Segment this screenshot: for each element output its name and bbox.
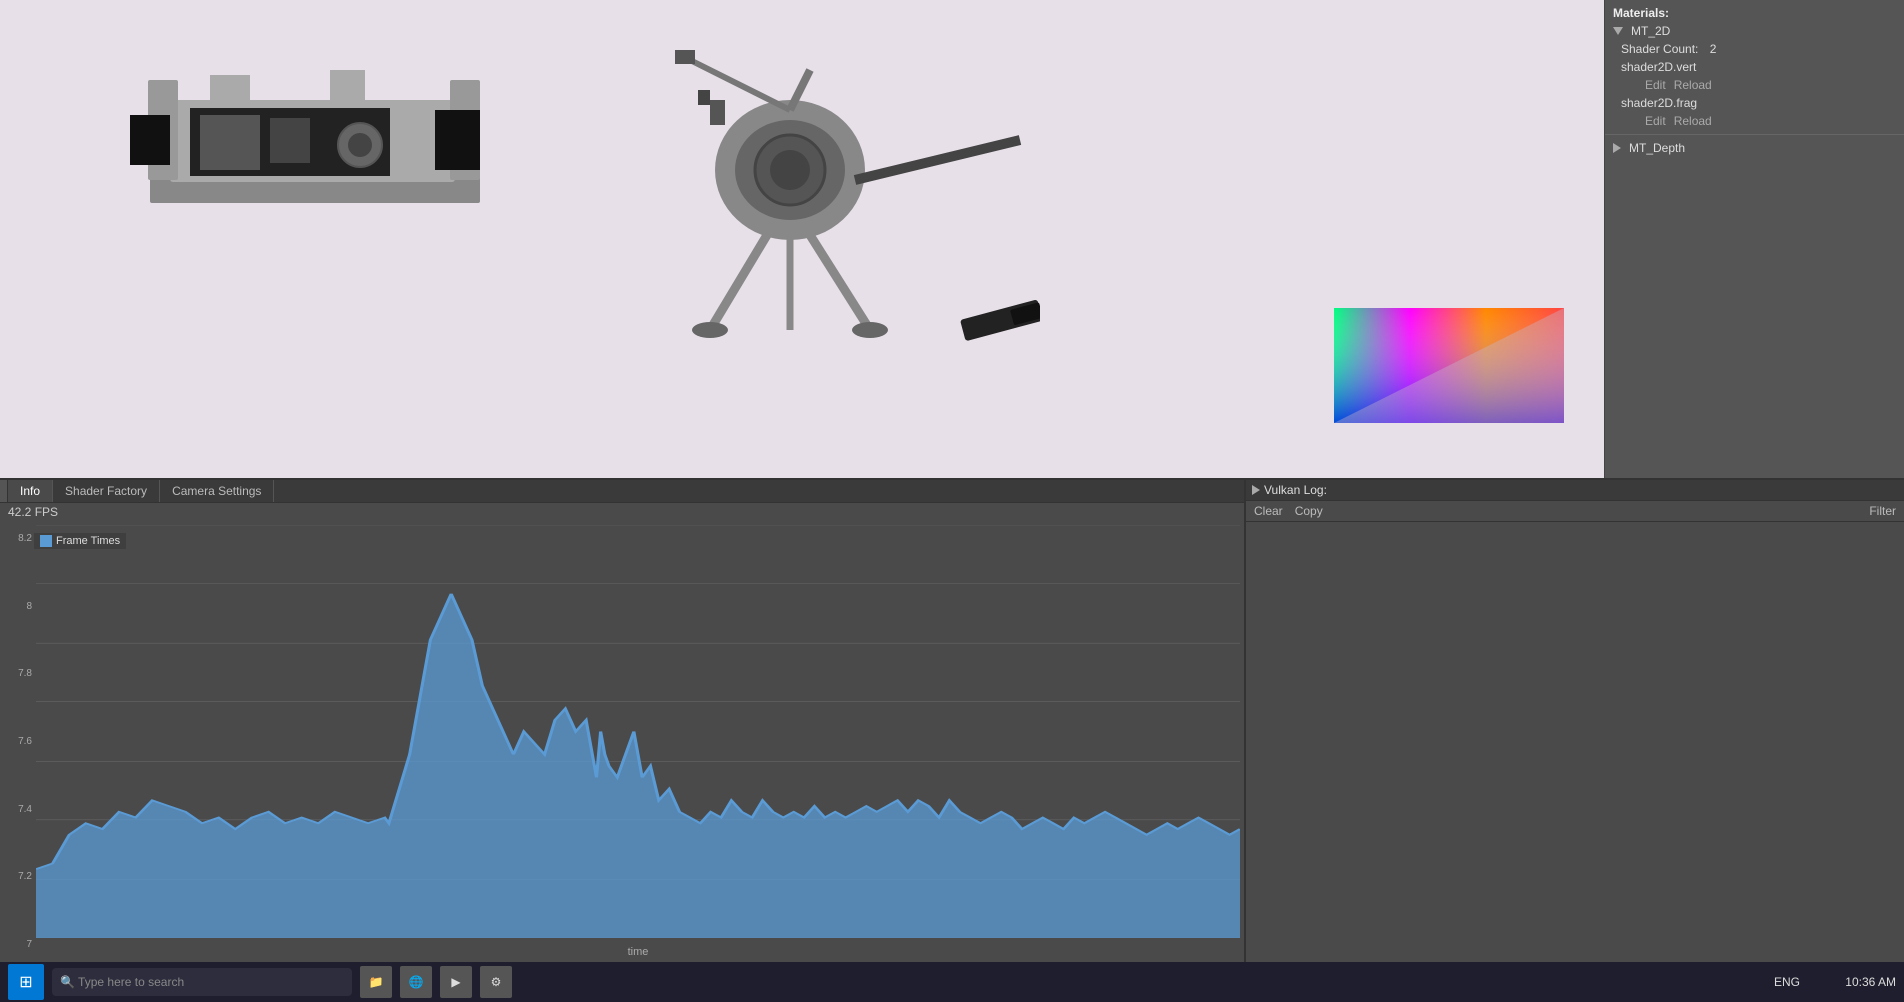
log-collapse-icon[interactable]	[1252, 485, 1260, 495]
vert-edit-reload-row: Edit Reload	[1605, 76, 1904, 94]
mt-depth-expand-icon[interactable]	[1613, 143, 1621, 153]
chart-legend: Frame Times	[34, 533, 126, 549]
tab-shader-factory[interactable]: Shader Factory	[53, 480, 160, 502]
fps-value: 42.2 FPS	[8, 505, 58, 519]
log-header: Vulkan Log:	[1246, 480, 1904, 501]
log-actions: Clear Copy Filter	[1246, 501, 1904, 522]
taskbar-app-icon-3[interactable]: ▶	[440, 966, 472, 998]
shader-count-label: Shader Count:	[1621, 42, 1698, 56]
frag-reload-button[interactable]: Reload	[1674, 114, 1712, 128]
shader-count-row: Shader Count: 2	[1605, 40, 1904, 58]
chart-canvas	[36, 525, 1240, 938]
taskbar-app-icon-1[interactable]: 📁	[360, 966, 392, 998]
y-label-5: 7.2	[4, 871, 36, 882]
right-panel: Materials: MT_2D Shader Count: 2 shader2…	[1604, 0, 1904, 478]
bottom-left-panel: Info Shader Factory Camera Settings 42.2…	[0, 480, 1244, 962]
taskbar-locale: ENG	[1774, 975, 1800, 989]
log-copy-button[interactable]: Copy	[1295, 504, 1323, 518]
taskbar-app-icon-2[interactable]: 🌐	[400, 966, 432, 998]
vert-edit-button[interactable]: Edit	[1645, 78, 1666, 92]
y-label-4: 7.4	[4, 804, 36, 815]
x-label-text: time	[628, 946, 649, 958]
y-label-1: 8	[4, 601, 36, 612]
machine-object	[130, 20, 500, 230]
y-axis: 8.2 8 7.8 7.6 7.4 7.2 7	[4, 525, 36, 958]
viewport[interactable]	[0, 0, 1604, 478]
log-title: Vulkan Log:	[1264, 483, 1327, 497]
bottom-right-panel: Vulkan Log: Clear Copy Filter	[1244, 480, 1904, 962]
divider	[1605, 134, 1904, 135]
start-button[interactable]: ⊞	[8, 964, 44, 1000]
taskbar: ⊞ 🔍 Type here to search 📁 🌐 ▶ ⚙ ENG 10:3…	[0, 962, 1904, 1002]
panel-resize-handle[interactable]	[0, 480, 8, 502]
taskbar-search[interactable]: 🔍 Type here to search	[52, 968, 352, 996]
chart-svg	[36, 525, 1240, 938]
y-label-2: 7.8	[4, 668, 36, 679]
y-label-6: 7	[4, 939, 36, 950]
log-filter-label: Filter	[1869, 504, 1896, 518]
color-gradient-rect	[1334, 308, 1564, 423]
legend-color-swatch	[40, 535, 52, 547]
mt2d-collapse-icon[interactable]	[1613, 27, 1623, 35]
bottom-area: Info Shader Factory Camera Settings 42.2…	[0, 478, 1904, 962]
materials-header: Materials:	[1605, 4, 1904, 22]
y-label-0: 8.2	[4, 533, 36, 544]
top-area: Materials: MT_2D Shader Count: 2 shader2…	[0, 0, 1904, 478]
tab-info[interactable]: Info	[8, 480, 53, 502]
fps-display: 42.2 FPS	[0, 503, 1244, 521]
vert-file-label: shader2D.vert	[1621, 60, 1696, 74]
y-label-3: 7.6	[4, 736, 36, 747]
chart-inner: Frame Times 8.2 8 7.8 7.6 7.4 7.2 7	[4, 525, 1240, 958]
tab-camera-settings[interactable]: Camera Settings	[160, 480, 274, 502]
log-clear-button[interactable]: Clear	[1254, 504, 1283, 518]
log-content	[1246, 522, 1904, 962]
shader-count-value: 2	[1710, 42, 1717, 56]
mt2d-name: MT_2D	[1631, 24, 1670, 38]
frag-edit-reload-row: Edit Reload	[1605, 112, 1904, 130]
bottom-tabs: Info Shader Factory Camera Settings	[0, 480, 1244, 503]
taskbar-time: 10:36 AM	[1816, 975, 1896, 989]
mt-depth-row[interactable]: MT_Depth	[1605, 139, 1904, 157]
chart-area: Frame Times 8.2 8 7.8 7.6 7.4 7.2 7	[0, 521, 1244, 962]
frag-file-label: shader2D.frag	[1621, 96, 1697, 110]
mt-depth-name: MT_Depth	[1629, 141, 1685, 155]
frag-edit-button[interactable]: Edit	[1645, 114, 1666, 128]
log-title-row: Vulkan Log:	[1252, 483, 1898, 497]
x-axis-label: time	[36, 946, 1240, 958]
legend-label: Frame Times	[56, 535, 120, 547]
frag-file-row: shader2D.frag	[1605, 94, 1904, 112]
vert-reload-button[interactable]: Reload	[1674, 78, 1712, 92]
vert-file-row: shader2D.vert	[1605, 58, 1904, 76]
materials-label: Materials:	[1613, 6, 1669, 20]
spacecraft-object	[590, 50, 1040, 370]
mt2d-row[interactable]: MT_2D	[1605, 22, 1904, 40]
taskbar-app-icon-4[interactable]: ⚙	[480, 966, 512, 998]
app-container: Materials: MT_2D Shader Count: 2 shader2…	[0, 0, 1904, 1002]
